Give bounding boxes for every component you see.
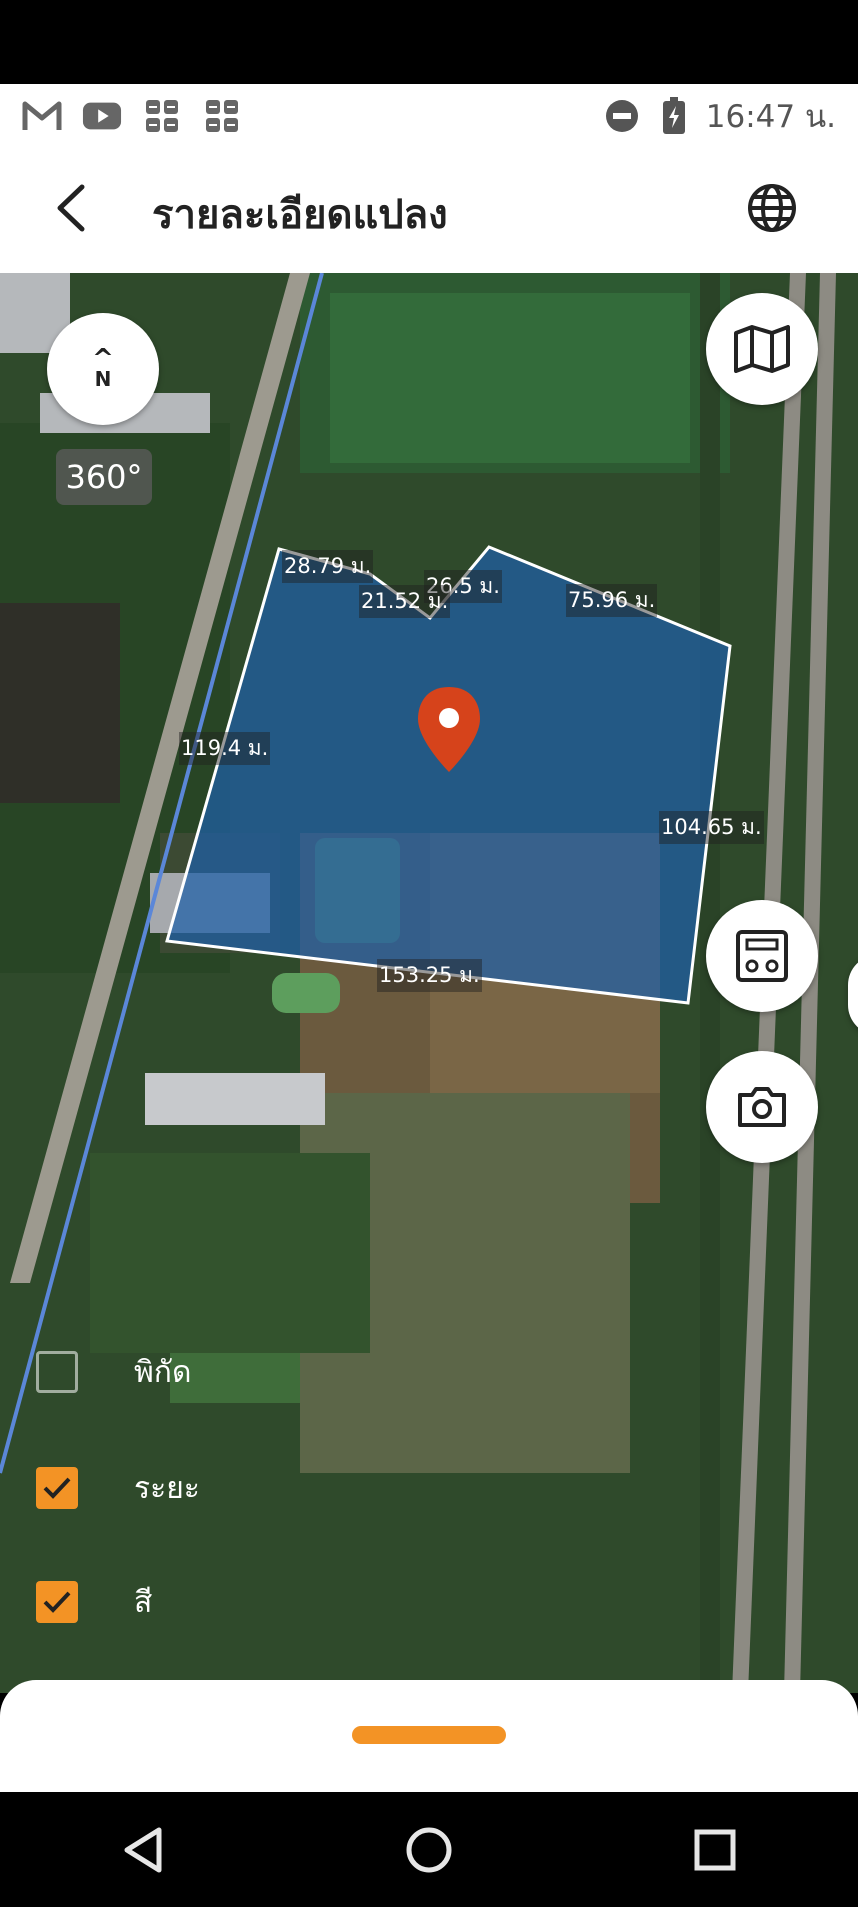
nav-back-button[interactable] [103, 1810, 183, 1890]
calculator-button[interactable] [706, 900, 818, 1012]
battery-charging-icon [654, 96, 694, 136]
measurement-label: 21.52 ม. [359, 585, 451, 618]
sheet-drag-handle[interactable] [352, 1726, 506, 1744]
calculator-icon [736, 930, 788, 982]
recents-square-icon [694, 1829, 736, 1870]
color-checkbox[interactable] [36, 1581, 78, 1623]
checkmark-icon [43, 1591, 71, 1613]
page-title: รายละเอียดแปลง [152, 192, 448, 238]
satellite-map[interactable]: ^ N 360° 28.79 ม. 26.5 ม. 21.52 ม. 75.96… [0, 273, 858, 1693]
coordinates-label: พิกัด [134, 1354, 192, 1390]
do-not-disturb-icon [602, 96, 642, 136]
coordinates-checkbox[interactable] [36, 1351, 78, 1393]
back-triangle-icon [124, 1827, 162, 1872]
gmail-icon [22, 96, 62, 136]
map-layers-icon [734, 325, 790, 373]
distance-label: ระยะ [134, 1470, 200, 1506]
system-nav-bar [0, 1792, 858, 1907]
view-360-button[interactable]: 360° [56, 449, 152, 505]
compass-arrow: ^ [92, 344, 114, 374]
clock: 16:47 น. [705, 99, 836, 135]
compass-button[interactable]: ^ N [47, 313, 159, 425]
measurement-label: 75.96 ม. [566, 584, 658, 617]
home-circle-icon [406, 1827, 452, 1872]
status-bar: 16:47 น. [0, 84, 858, 148]
app-grid-icon [202, 96, 242, 136]
toggle-coordinates[interactable]: พิกัด [36, 1351, 191, 1393]
color-label: สี [134, 1584, 153, 1620]
camera-button[interactable] [706, 1051, 818, 1163]
compass-north-label: N [94, 367, 112, 391]
measurement-label: 28.79 ม. [282, 550, 374, 583]
top-black-band [0, 0, 858, 84]
checkmark-icon [43, 1477, 71, 1499]
bottom-sheet[interactable] [0, 1680, 858, 1792]
back-button[interactable] [42, 178, 102, 238]
toggle-distance[interactable]: ระยะ [36, 1467, 200, 1509]
youtube-icon [82, 96, 122, 136]
app-bar: รายละเอียดแปลง [0, 148, 858, 273]
language-button[interactable] [742, 178, 802, 238]
measurement-label: 153.25 ม. [377, 959, 482, 992]
nav-recents-button[interactable] [675, 1810, 755, 1890]
back-arrow-icon [57, 184, 85, 232]
camera-icon [738, 1087, 786, 1127]
measurement-label: 104.65 ม. [659, 811, 764, 844]
distance-checkbox[interactable] [36, 1467, 78, 1509]
globe-icon [748, 184, 796, 232]
nav-home-button[interactable] [389, 1810, 469, 1890]
measurement-label: 119.4 ม. [179, 732, 271, 765]
app-grid-icon [142, 96, 182, 136]
toggle-color[interactable]: สี [36, 1581, 152, 1623]
map-layers-button[interactable] [706, 293, 818, 405]
